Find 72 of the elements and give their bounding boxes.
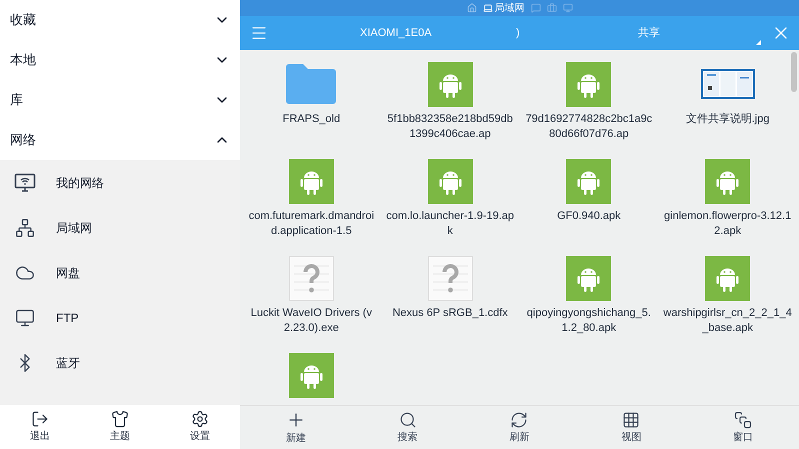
- sidebar-bottom-button[interactable]: 主题: [80, 405, 160, 449]
- shirt-icon: [111, 410, 129, 428]
- message-icon[interactable]: [530, 3, 540, 13]
- toolbar-button[interactable]: 视图: [575, 406, 688, 449]
- file-item[interactable]: 79d1692774828c2bc1a9c80d66f07d76.ap: [520, 60, 658, 151]
- sidebar-item[interactable]: 蓝牙: [0, 340, 240, 385]
- file-item[interactable]: qipoyingyongshichang_5.1.2_80.apk: [520, 254, 658, 345]
- android-file-icon: [428, 62, 473, 106]
- wifi-monitor-icon: [14, 172, 36, 192]
- file-name: qipoyingyongshichang_5.1.2_80.apk: [526, 306, 652, 336]
- file-item[interactable]: 5f1bb832358e218bd59db1399c406cae.ap: [380, 60, 520, 151]
- file-item[interactable]: warshipgirlsr_cn_2_2_1_4_base.apk: [658, 254, 797, 345]
- android-file-icon: [705, 158, 750, 204]
- file-name: 文件共享说明.jpg: [684, 112, 770, 127]
- android-file-icon: [566, 62, 612, 106]
- file-item[interactable]: com.futuremark.dmandroid.application-1.5: [242, 157, 381, 248]
- sidebar-item[interactable]: 局域网: [0, 205, 240, 250]
- exit-icon: [31, 410, 49, 428]
- sidebar-section-header[interactable]: 收藏: [0, 0, 240, 40]
- file-name: com.lo.launcher-1.9-19.apk: [385, 209, 516, 239]
- unknown-file-icon: [288, 256, 334, 300]
- file-name: com.futuremark.dmandroid.application-1.5: [248, 209, 376, 239]
- file-item[interactable]: GF0.940.apk: [520, 157, 658, 248]
- menu-icon[interactable]: [250, 24, 268, 42]
- file-name: warshipgirlsr_cn_2_2_1_4_base.apk: [662, 306, 793, 336]
- briefcase-icon[interactable]: [546, 3, 556, 13]
- sidebar-section-header[interactable]: 库: [0, 80, 240, 120]
- android-file-icon: [428, 158, 473, 204]
- unknown-file-icon: [428, 256, 473, 300]
- file-item[interactable]: ginlemon.flowerpro-3.12.12.apk: [658, 157, 797, 248]
- android-file-icon: [288, 158, 334, 204]
- android-file-icon: [566, 158, 612, 204]
- file-item[interactable]: com.lo.launcher-1.9-19.apk: [380, 157, 520, 248]
- monitor-icon: [15, 308, 35, 328]
- toolbar-button[interactable]: 新建: [240, 406, 352, 449]
- android-file-icon: [566, 256, 612, 300]
- sidebar-bottom-button[interactable]: 退出: [0, 405, 80, 449]
- scrollbar-thumb: [791, 52, 797, 92]
- network-icon: [15, 218, 35, 238]
- home-icon[interactable]: [466, 3, 476, 13]
- file-name: 79d1692774828c2bc1a9c80d66f07d76.ap: [524, 112, 654, 142]
- android-file-icon: [705, 256, 750, 300]
- monitor-icon[interactable]: [562, 3, 572, 13]
- window-icon: [734, 410, 752, 428]
- folder-icon: [284, 63, 338, 105]
- sidebar-item[interactable]: FTP: [0, 295, 240, 340]
- toolbar-button[interactable]: 刷新: [464, 406, 576, 449]
- refresh-icon: [510, 410, 528, 428]
- file-name: GF0.940.apk: [556, 209, 622, 224]
- file-name: 5f1bb832358e218bd59db1399c406cae.ap: [386, 112, 514, 142]
- file-item[interactable]: 文件共享说明.jpg: [658, 60, 797, 151]
- sidebar-item[interactable]: 网盘: [0, 250, 240, 295]
- sidebar-section-header[interactable]: 网络: [0, 120, 240, 160]
- toolbar-button[interactable]: 搜索: [352, 406, 464, 449]
- search-icon: [398, 410, 417, 428]
- file-item[interactable]: Nexus 6P sRGB_1.cdfx: [380, 254, 520, 345]
- computer-icon: [482, 3, 492, 13]
- file-item[interactable]: FRAPS_old: [242, 60, 381, 151]
- grid-icon: [622, 410, 640, 428]
- file-name: Nexus 6P sRGB_1.cdfx: [391, 306, 509, 321]
- file-name: Luckit WaveIO Drivers (v2.23.0).exe: [250, 306, 373, 336]
- file-name: FRAPS_old: [282, 112, 342, 127]
- sidebar-bottom-button[interactable]: 设置: [160, 405, 240, 449]
- android-file-icon: [288, 352, 334, 398]
- image-thumbnail-icon: [700, 69, 755, 99]
- file-item[interactable]: Luckit WaveIO Drivers (v2.23.0).exe: [242, 254, 381, 345]
- sidebar-item[interactable]: 我的网络: [0, 160, 240, 205]
- sidebar-section-header[interactable]: 本地: [0, 40, 240, 80]
- corner-triangle-icon: [756, 40, 761, 44]
- settings-icon: [191, 410, 209, 428]
- file-name: ginlemon.flowerpro-3.12.12.apk: [663, 209, 792, 239]
- toolbar-button[interactable]: 窗口: [687, 406, 799, 449]
